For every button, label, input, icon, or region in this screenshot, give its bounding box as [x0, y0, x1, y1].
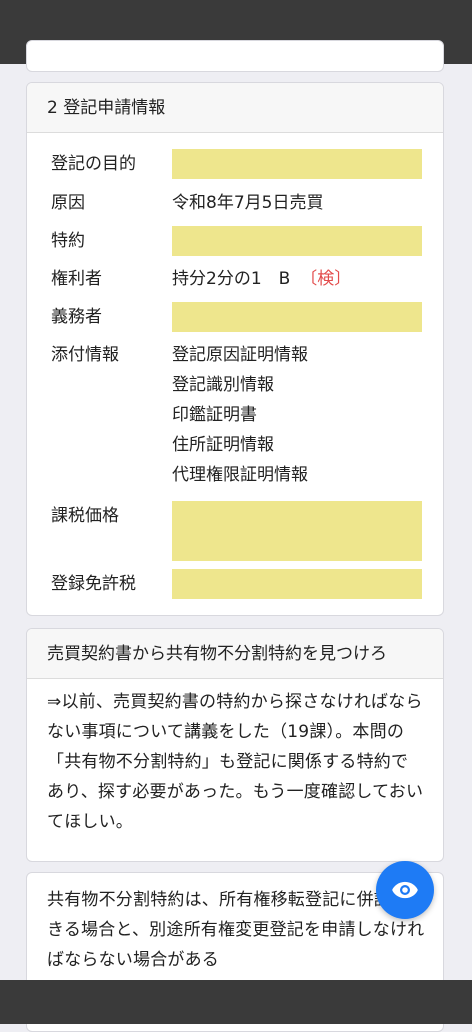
- attachment-item: 代理権限証明情報: [172, 465, 308, 485]
- attachment-item: 住所証明情報: [172, 435, 274, 455]
- purpose-label: 登記の目的: [51, 154, 136, 174]
- registration-info-title: 2 登記申請情報: [27, 83, 443, 133]
- row-attachments: 添付情報 登記原因証明情報 登記識別情報 印鑑証明書 住所証明情報 代理権限証明…: [51, 340, 423, 492]
- cause-value: 令和8年7月5日売買: [172, 193, 324, 213]
- row-holder: 権利者 持分2分の1 B 〔検〕: [51, 264, 423, 294]
- row-license-tax: 登録免許税: [51, 569, 423, 599]
- holder-value-wrap: 持分2分の1 B 〔検〕: [172, 264, 351, 294]
- attachments-list: 登記原因証明情報 登記識別情報 印鑑証明書 住所証明情報 代理権限証明情報: [172, 340, 308, 490]
- registration-info-card: 2 登記申請情報 登記の目的 原因 令和8年7月5日売買 特約 権利者 持分2分…: [26, 82, 444, 616]
- tax-price-answer-box[interactable]: [172, 501, 422, 561]
- row-cause: 原因 令和8年7月5日売買: [51, 188, 423, 218]
- question-body: ⇒以前、売買契約書の特約から探さなければならない事項について講義をした（19課）…: [47, 692, 424, 832]
- cause-label: 原因: [51, 193, 85, 213]
- ken-tag: 〔検〕: [300, 269, 352, 289]
- bottom-bar: [0, 980, 472, 1024]
- holder-value: 持分2分の1 B: [172, 269, 291, 289]
- obligor-label: 義務者: [51, 307, 102, 327]
- tax-price-label: 課税価格: [51, 506, 119, 526]
- purpose-answer-box[interactable]: [172, 149, 422, 179]
- row-obligor: 義務者: [51, 302, 423, 332]
- attachment-item: 登記識別情報: [172, 375, 274, 395]
- attachments-label: 添付情報: [51, 345, 119, 365]
- license-tax-label: 登録免許税: [51, 574, 136, 594]
- row-special: 特約: [51, 226, 423, 256]
- row-purpose: 登記の目的: [51, 149, 423, 179]
- reveal-answer-button[interactable]: [376, 861, 434, 919]
- special-answer-box[interactable]: [172, 226, 422, 256]
- holder-label: 権利者: [51, 269, 102, 289]
- obligor-answer-box[interactable]: [172, 302, 422, 332]
- row-tax-price: 課税価格: [51, 501, 423, 561]
- special-label: 特約: [51, 231, 85, 251]
- previous-card: [26, 40, 444, 72]
- license-tax-answer-box[interactable]: [172, 569, 422, 599]
- attachment-item: 登記原因証明情報: [172, 345, 308, 365]
- question-card: 売買契約書から共有物不分割特約を見つけろ ⇒以前、売買契約書の特約から探さなけれ…: [26, 628, 444, 862]
- attachment-item: 印鑑証明書: [172, 405, 257, 425]
- eye-icon: [392, 881, 418, 899]
- question-title: 売買契約書から共有物不分割特約を見つけろ: [27, 629, 443, 679]
